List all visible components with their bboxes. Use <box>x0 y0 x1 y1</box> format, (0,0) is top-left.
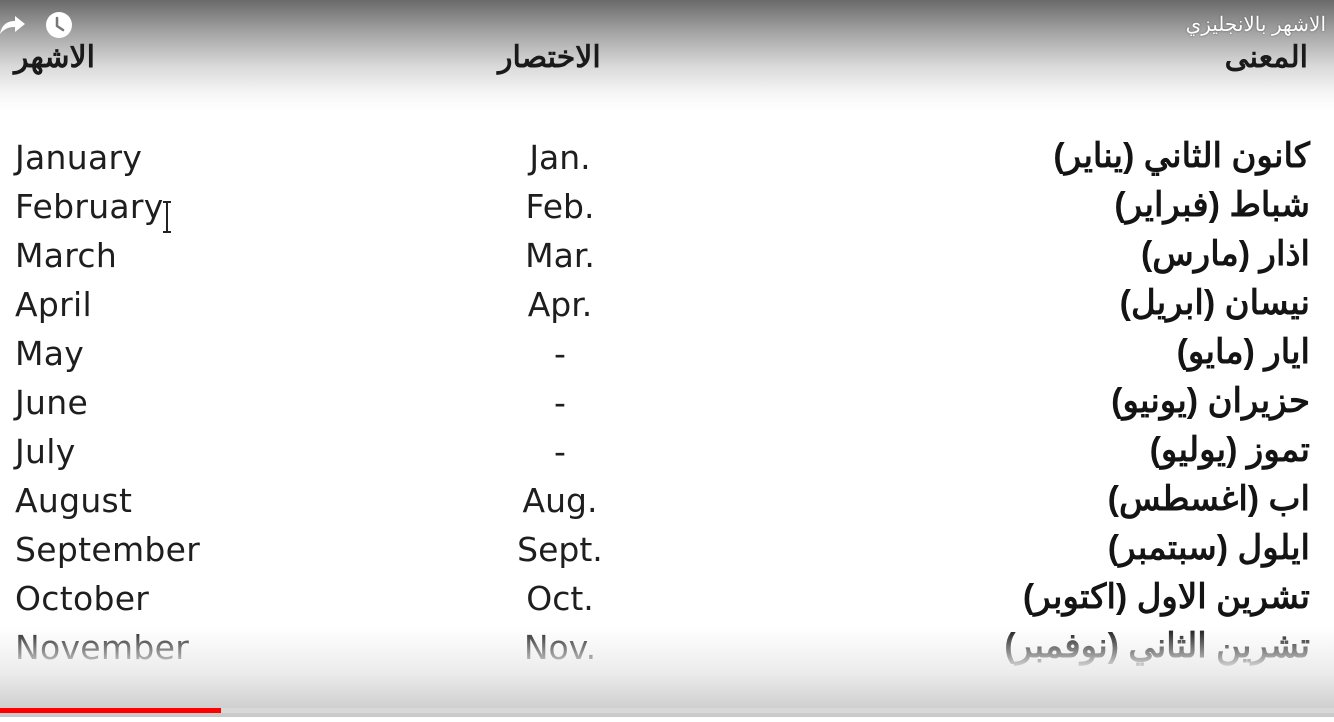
month-meaning: حزيران (يونيو) <box>1111 382 1310 420</box>
table-row: July - تموز (يوليو) <box>0 428 1334 477</box>
month-abbreviation: - <box>554 383 566 422</box>
player-top-gradient <box>0 0 1334 110</box>
month-meaning: ايار (مايو) <box>1176 333 1310 371</box>
table-row: June - حزيران (يونيو) <box>0 379 1334 428</box>
month-meaning: اذار (مارس) <box>1140 235 1310 273</box>
month-abbreviation: Apr. <box>527 285 593 324</box>
video-progress-bar[interactable] <box>0 708 1334 713</box>
month-name: October <box>15 579 150 618</box>
table-row: October Oct. تشرين الاول (اكتوبر) <box>0 575 1334 624</box>
month-name: January <box>15 138 143 177</box>
month-abbreviation: Mar. <box>525 236 595 275</box>
player-bottom-gradient <box>0 627 1334 717</box>
month-name: September <box>15 530 201 569</box>
month-abbreviation: Oct. <box>526 579 594 618</box>
table-row: August Aug. اب (اغسطس) <box>0 477 1334 526</box>
share-icon[interactable] <box>0 12 26 38</box>
month-abbreviation: - <box>554 432 566 471</box>
month-abbreviation: Jan. <box>529 138 591 177</box>
month-abbreviation: Feb. <box>525 187 595 226</box>
month-meaning: نيسان (ابريل) <box>1119 284 1310 322</box>
text-cursor-icon <box>163 201 171 233</box>
month-name: June <box>15 383 89 422</box>
month-meaning: كانون الثاني (يناير) <box>1053 137 1310 175</box>
month-meaning: تشرين الاول (اكتوبر) <box>1022 578 1310 616</box>
month-abbreviation: Sept. <box>517 530 603 569</box>
month-name: February <box>15 187 164 226</box>
header-months-overlay: الاشهر <box>14 41 95 74</box>
table-row: February Feb. شباط (فبراير) <box>0 183 1334 232</box>
table-row: May - ايار (مايو) <box>0 330 1334 379</box>
video-progress-played <box>0 708 222 713</box>
month-name: August <box>15 481 133 520</box>
header-meaning-overlay: المعنى <box>1224 41 1308 74</box>
month-name: April <box>15 285 92 324</box>
month-name: July <box>15 432 76 471</box>
month-meaning: شباط (فبراير) <box>1114 186 1310 224</box>
month-meaning: ايلول (سبتمبر) <box>1107 529 1310 567</box>
video-title[interactable]: الاشهر بالانجليزي <box>1186 12 1326 37</box>
month-meaning: تموز (يوليو) <box>1149 431 1310 469</box>
table-row: January Jan. كانون الثاني (يناير) <box>0 134 1334 183</box>
watch-later-clock-icon[interactable] <box>45 11 73 39</box>
table-row: September Sept. ايلول (سبتمبر) <box>0 526 1334 575</box>
month-abbreviation: Aug. <box>522 481 598 520</box>
month-abbreviation: - <box>554 334 566 373</box>
month-name: March <box>15 236 118 275</box>
table-row: April Apr. نيسان (ابريل) <box>0 281 1334 330</box>
month-meaning: اب (اغسطس) <box>1107 480 1310 518</box>
table-row: March Mar. اذار (مارس) <box>0 232 1334 281</box>
header-abbreviation-overlay: الاختصار <box>498 41 601 74</box>
month-name: May <box>15 334 85 373</box>
